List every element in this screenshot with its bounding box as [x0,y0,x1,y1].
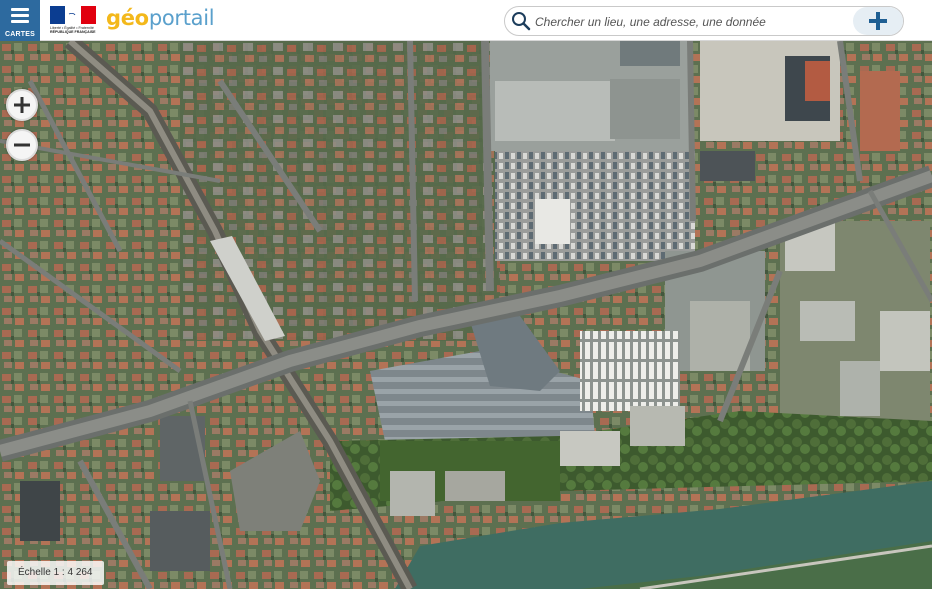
marianne-icon [65,10,78,21]
add-data-button[interactable] [853,7,903,35]
search-bar [504,6,904,36]
geoportail-logo[interactable]: géoportail [106,6,215,30]
hamburger-icon [11,8,29,26]
map-viewport[interactable] [0,41,932,589]
brand-part-geo: géo [106,6,149,30]
cartes-menu-label: CARTES [5,31,35,38]
republique-francaise-logo[interactable]: Liberté • Égalité • Fraternité RÉPUBLIQU… [50,6,96,36]
zoom-in-icon [14,97,30,113]
cartes-menu-button[interactable]: CARTES [0,0,40,41]
aerial-imagery [0,41,932,589]
top-bar: CARTES Liberté • Égalité • Fraternité RÉ… [0,0,932,41]
republique-francaise-text: Liberté • Égalité • Fraternité RÉPUBLIQU… [50,26,96,34]
zoom-out-button[interactable] [6,129,38,161]
magnifier-icon[interactable] [511,11,531,31]
zoom-in-button[interactable] [6,89,38,121]
brand-part-portail: portail [148,6,215,30]
zoom-out-icon [14,143,30,147]
search-input[interactable] [535,11,845,33]
republic-name: RÉPUBLIQUE FRANÇAISE [50,30,96,34]
plus-icon [869,12,887,30]
map-scale: Échelle 1 : 4 264 [7,561,104,585]
